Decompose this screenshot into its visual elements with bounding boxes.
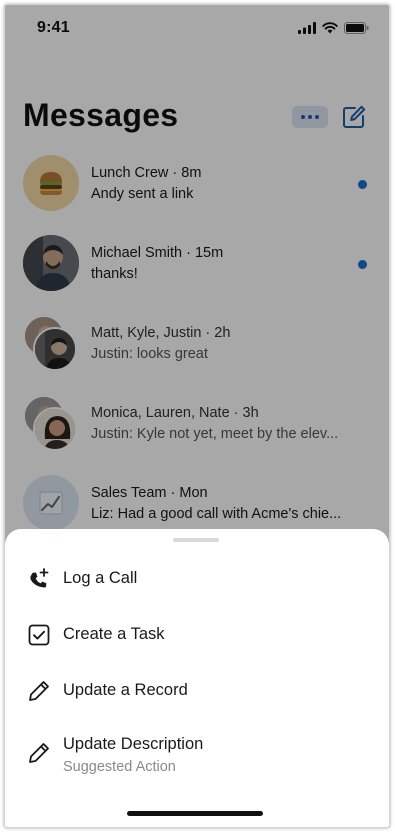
action-sheet: Log a Call Create a Task Update a Record… [5, 529, 389, 827]
update-record-action[interactable]: Update a Record [5, 667, 389, 717]
action-label: Update Description [63, 735, 204, 753]
sheet-drag-handle[interactable] [173, 538, 219, 542]
action-label: Create a Task [63, 625, 165, 643]
log-call-action[interactable]: Log a Call [5, 555, 389, 605]
action-sublabel: Suggested Action [63, 759, 176, 775]
phone-plus-icon [30, 568, 49, 588]
action-label: Log a Call [63, 569, 138, 587]
home-indicator[interactable] [127, 811, 263, 816]
update-description-action[interactable]: Update Description Suggested Action [5, 725, 389, 785]
action-label: Update a Record [63, 681, 188, 699]
pencil-icon [29, 681, 49, 701]
phone-screen: 9:41 Messages Lunch Crew · 8m Andy sent … [4, 4, 390, 828]
checkbox-icon [28, 624, 50, 646]
pencil-icon [29, 743, 49, 763]
create-task-action[interactable]: Create a Task [5, 611, 389, 661]
